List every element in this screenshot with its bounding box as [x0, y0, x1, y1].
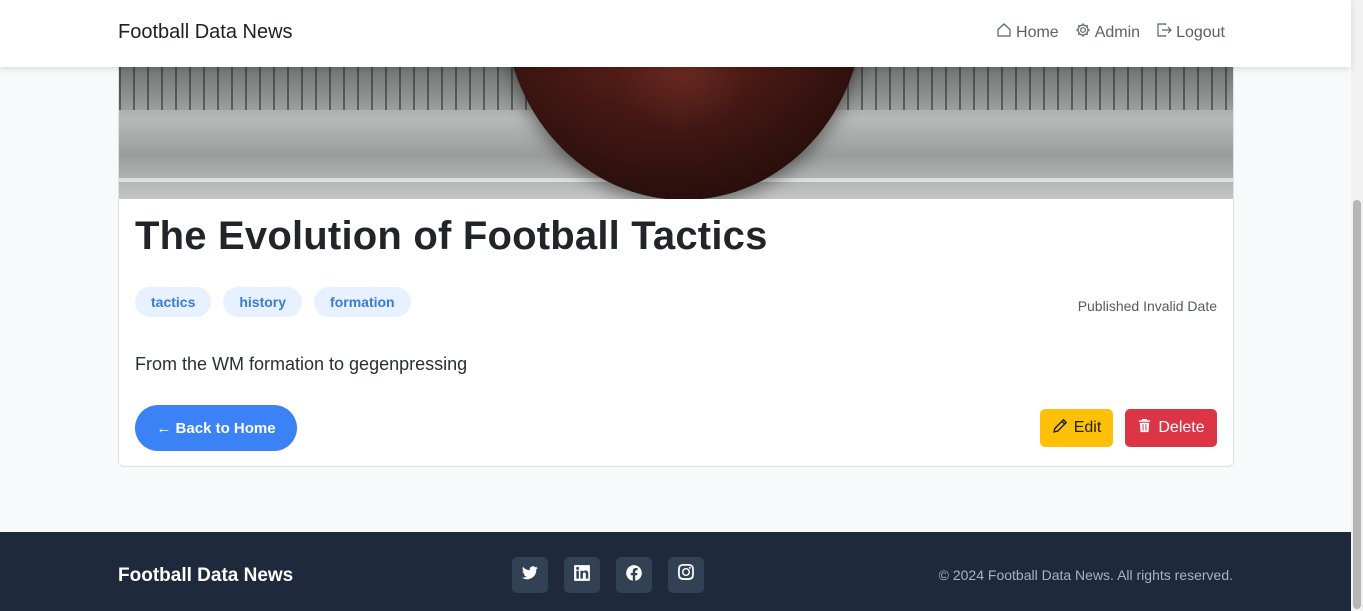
delete-button[interactable]: Delete: [1125, 409, 1217, 447]
pencil-icon: [1052, 418, 1068, 439]
article-summary: From the WM formation to gegenpressing: [135, 354, 468, 374]
twitter-icon: [521, 564, 539, 587]
nav-links: Home Admin Logout: [996, 22, 1225, 43]
tag-list: tactics history formation: [135, 287, 411, 317]
tag-badge[interactable]: formation: [314, 287, 411, 317]
house-icon: [996, 22, 1012, 43]
footer-brand: Football Data News: [118, 565, 294, 586]
gear-icon: [1075, 22, 1091, 43]
site-footer: Football Data News © 2024 Football Data …: [0, 532, 1351, 611]
instagram-link[interactable]: [668, 557, 704, 593]
navbar-brand[interactable]: Football Data News: [118, 21, 293, 44]
published-date: Published Invalid Date: [1077, 298, 1217, 314]
nav-link-label: Admin: [1094, 23, 1141, 41]
scrollbar-thumb[interactable]: [1353, 200, 1361, 609]
tag-badge[interactable]: tactics: [135, 287, 212, 317]
back-to-home-button[interactable]: ← Back to Home: [135, 405, 297, 451]
nav-link-home[interactable]: Home: [996, 22, 1059, 43]
top-navbar: Football Data News Home Admin Logout: [0, 0, 1351, 67]
page-scrollbar[interactable]: [1351, 0, 1363, 611]
twitter-link[interactable]: [512, 557, 548, 593]
linkedin-link[interactable]: [564, 557, 600, 593]
back-to-home-label: ← Back to Home: [156, 419, 276, 437]
tag-badge[interactable]: history: [223, 287, 303, 317]
article-card: The Evolution of Football Tactics tactic…: [118, 0, 1234, 467]
logout-icon: [1156, 22, 1172, 43]
trash-icon: [1137, 418, 1152, 438]
copyright-text: © 2024 Football Data News. All rights re…: [938, 567, 1233, 583]
nav-link-label: Home: [1016, 23, 1059, 41]
delete-label: Delete: [1158, 419, 1205, 436]
nav-link-logout[interactable]: Logout: [1156, 22, 1225, 43]
edit-label: Edit: [1073, 419, 1102, 436]
edit-button[interactable]: Edit: [1040, 409, 1113, 447]
linkedin-icon: [573, 564, 591, 587]
instagram-icon: [677, 563, 695, 587]
article-title: The Evolution of Football Tactics: [135, 214, 768, 258]
social-links: [512, 557, 704, 593]
facebook-icon: [625, 564, 643, 587]
nav-link-admin[interactable]: Admin: [1075, 22, 1140, 43]
facebook-link[interactable]: [616, 557, 652, 593]
nav-link-label: Logout: [1176, 23, 1225, 41]
